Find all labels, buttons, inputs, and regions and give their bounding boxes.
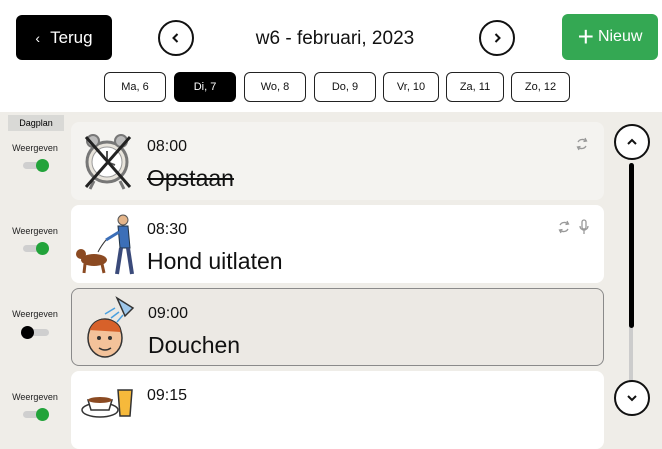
chevron-left-icon: ‹	[35, 29, 41, 46]
activity-time: 08:30	[147, 221, 188, 238]
activity-title: Opstaan	[147, 165, 234, 191]
day-tab-vr[interactable]: Vr, 10	[383, 72, 439, 102]
day-tab-do[interactable]: Do, 9	[314, 72, 376, 102]
repeat-icon	[576, 137, 588, 151]
alarm-clock-icon	[84, 134, 132, 190]
new-activity-button[interactable]: + Nieuw	[562, 14, 658, 60]
activity-card[interactable]: 09:15	[71, 371, 604, 449]
activity-time: 08:00	[147, 138, 188, 155]
activity-card[interactable]: 09:00 Douchen	[71, 288, 604, 366]
chevron-down-icon	[627, 395, 637, 402]
activity-time: 09:15	[147, 387, 188, 404]
plus-icon: +	[577, 21, 594, 52]
scroll-down-button[interactable]	[614, 380, 650, 416]
day-tab-ma[interactable]: Ma, 6	[104, 72, 166, 102]
show-label: Weergeven	[12, 309, 58, 319]
chevron-left-icon	[172, 33, 179, 43]
day-tab-di[interactable]: Di, 7	[174, 72, 236, 102]
chevron-right-icon	[494, 33, 501, 43]
show-toggle-4[interactable]	[21, 408, 51, 421]
scroll-up-button[interactable]	[614, 124, 650, 160]
week-title: w6 - februari, 2023	[255, 28, 415, 49]
activity-card[interactable]: 08:30 Hond uitlaten	[71, 205, 604, 283]
show-label: Weergeven	[12, 143, 58, 153]
back-button[interactable]: ‹ Terug	[16, 15, 112, 60]
shower-icon	[87, 296, 135, 358]
activity-title: Hond uitlaten	[147, 248, 283, 274]
scrollbar-thumb[interactable]	[629, 163, 634, 328]
repeat-icon	[558, 220, 570, 234]
activity-time: 09:00	[148, 305, 189, 322]
show-label: Weergeven	[12, 392, 58, 402]
previous-week-button[interactable]	[158, 20, 194, 56]
microphone-icon	[579, 219, 589, 234]
new-label: Nieuw	[597, 28, 643, 45]
dog-walk-icon	[76, 214, 134, 275]
show-label: Weergeven	[12, 226, 58, 236]
day-tab-za[interactable]: Za, 11	[446, 72, 504, 102]
activity-title: Douchen	[148, 332, 241, 358]
show-toggle-1[interactable]	[21, 159, 51, 172]
dagplan-label: Dagplan	[8, 115, 64, 131]
day-tab-zo[interactable]: Zo, 12	[511, 72, 570, 102]
top-bar: ‹ Terug w6 - februari, 2023 + Nieuw Ma, …	[0, 0, 662, 112]
show-toggle-3[interactable]	[21, 326, 51, 339]
activity-card[interactable]: 08:00 Opstaan	[71, 122, 604, 200]
show-toggle-2[interactable]	[21, 242, 51, 255]
next-week-button[interactable]	[479, 20, 515, 56]
breakfast-icon	[81, 389, 133, 418]
back-label: Terug	[50, 27, 93, 47]
day-tab-wo[interactable]: Wo, 8	[244, 72, 306, 102]
chevron-up-icon	[627, 138, 637, 145]
